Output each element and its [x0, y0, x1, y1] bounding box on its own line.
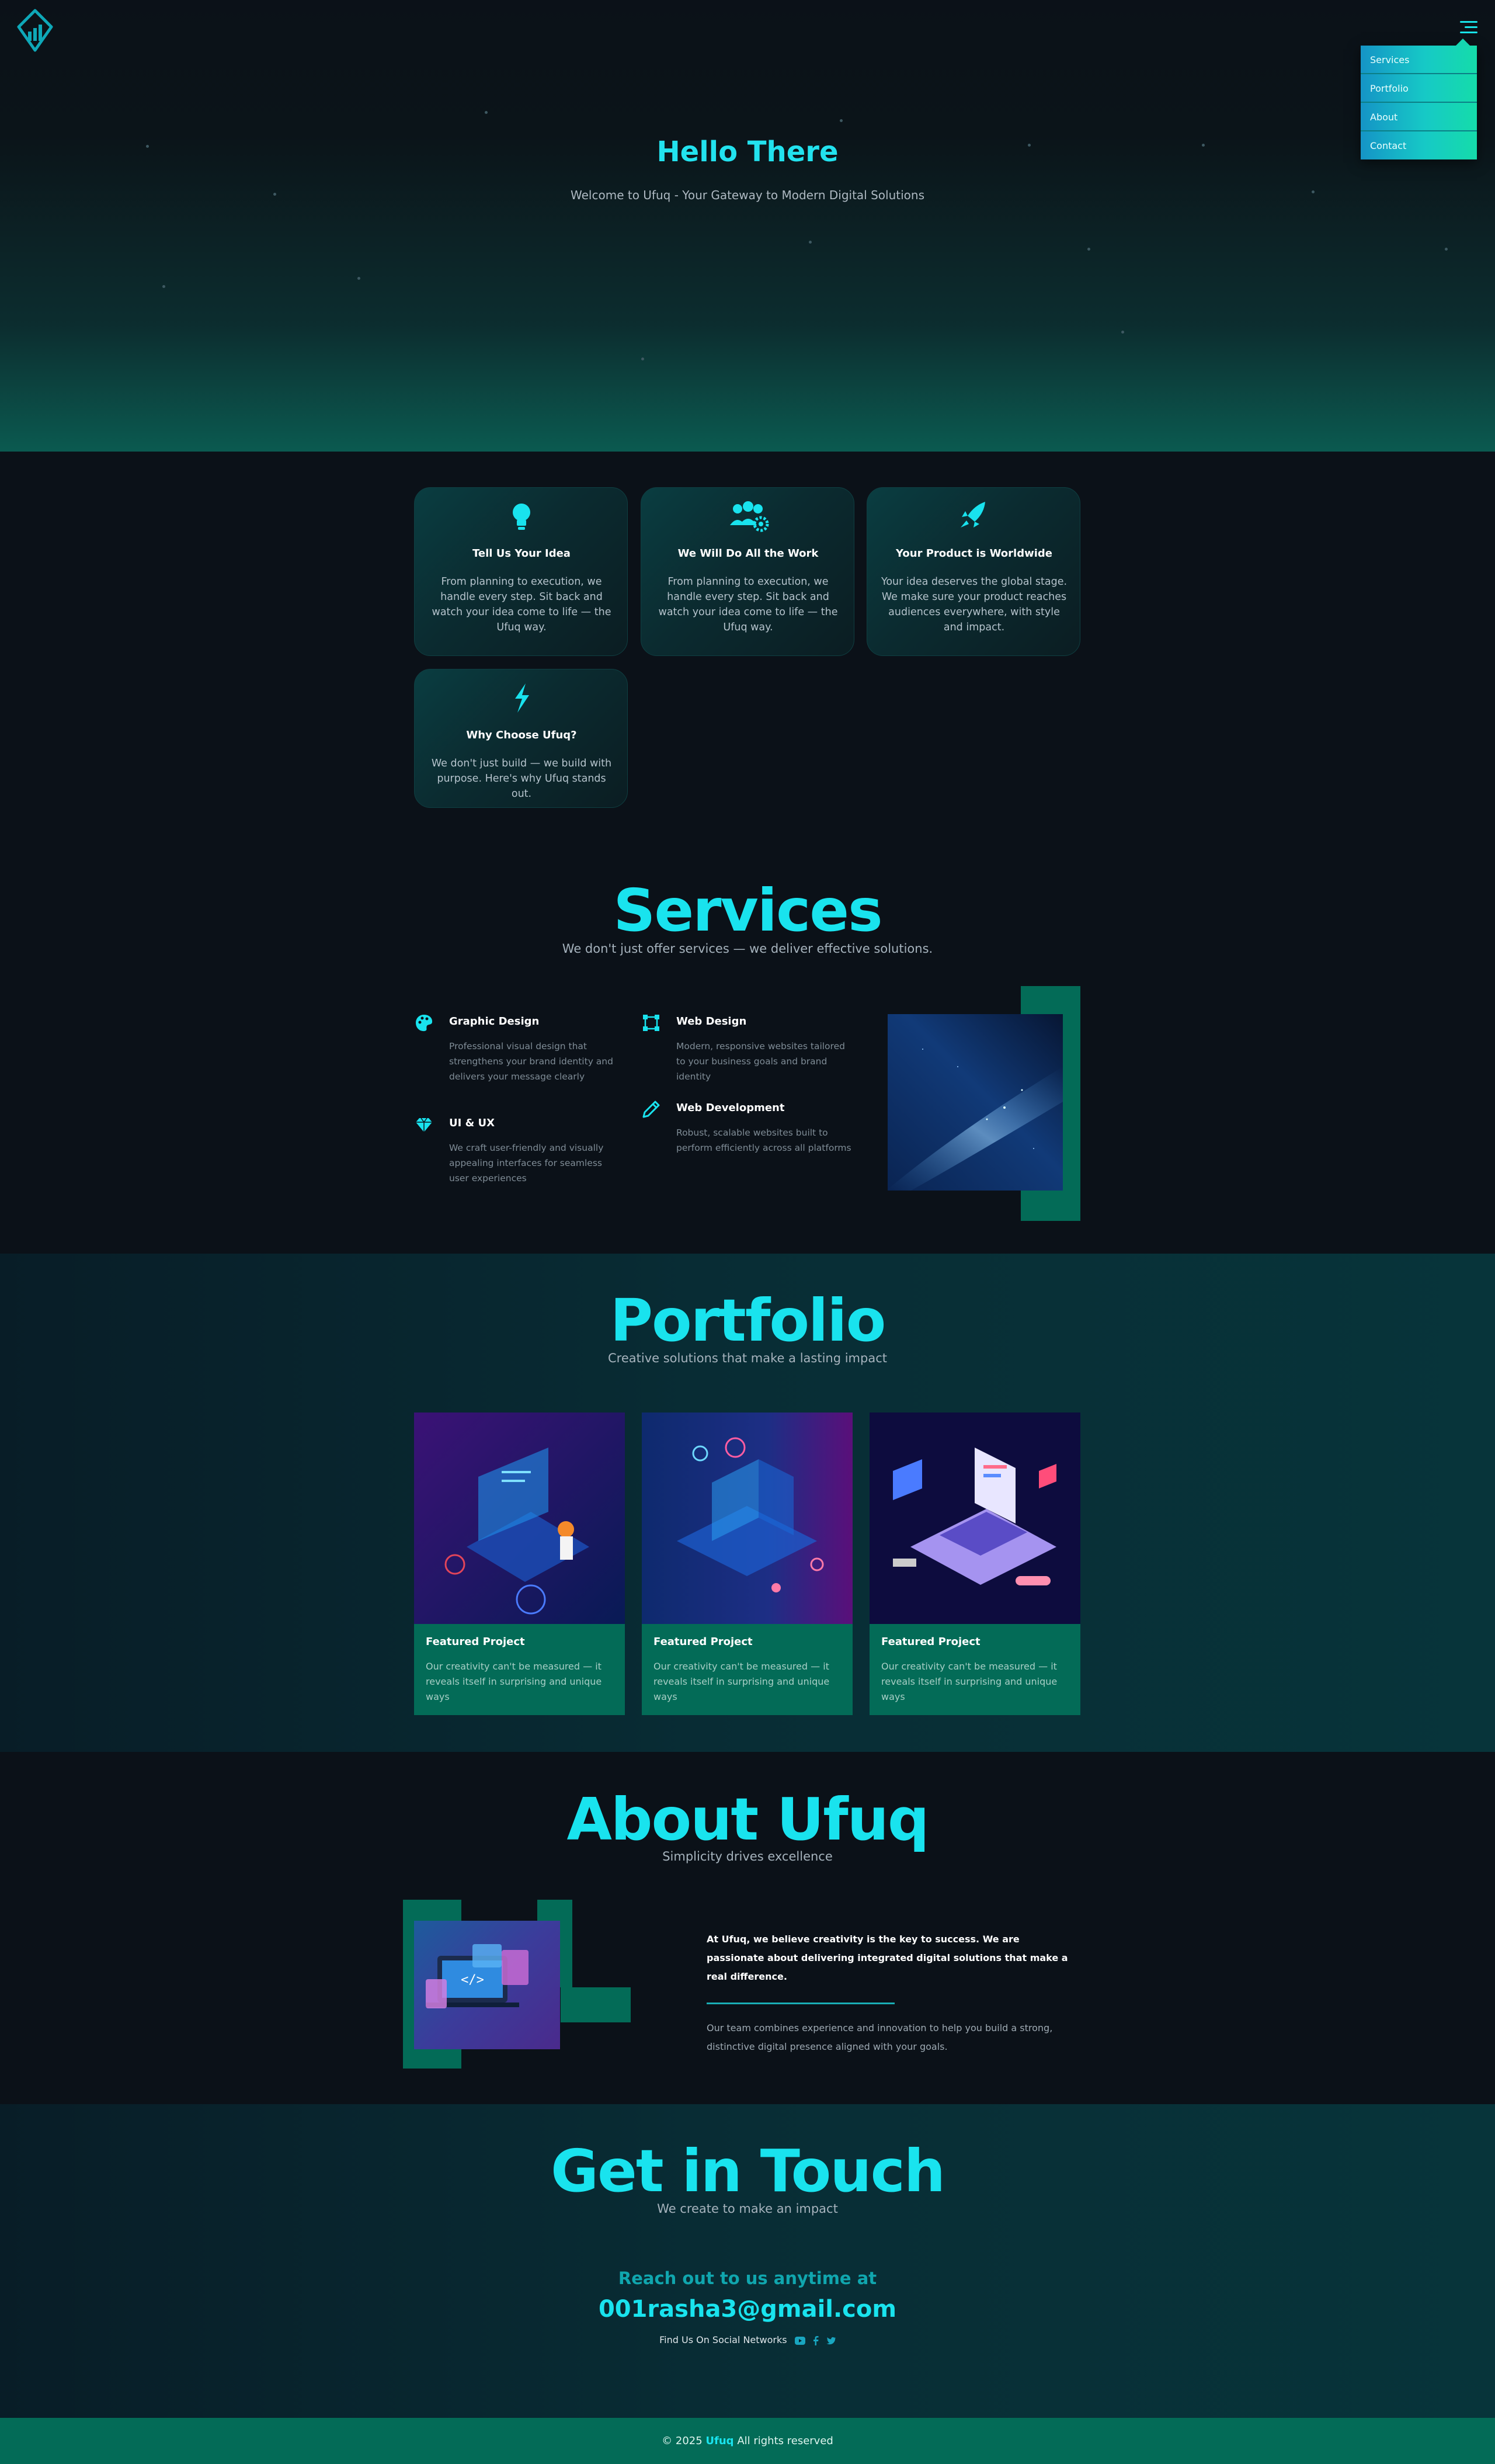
hero-title: Hello There	[656, 136, 839, 168]
portfolio-subtitle: Creative solutions that make a lasting i…	[608, 1351, 887, 1365]
about-title: About Ufuq	[566, 1785, 930, 1854]
feature-title: We Will Do All the Work	[677, 547, 819, 560]
service-text: Professional visual design that strength…	[449, 1041, 613, 1082]
feature-text: Your idea deserves the global stage. We …	[881, 576, 1068, 633]
nav-item-about[interactable]: About	[1361, 103, 1477, 131]
rocket-icon	[961, 502, 985, 527]
portfolio-card[interactable]: Featured Project Our creativity can't be…	[414, 1413, 625, 1715]
social-networks: Find Us On Social Networks	[0, 2334, 1495, 2345]
about-body-text: Our team combines experience and innovat…	[707, 2022, 1053, 2052]
hamburger-menu-icon[interactable]	[1458, 19, 1477, 35]
service-title: Graphic Design	[449, 1015, 540, 1028]
service-title: UI & UX	[449, 1117, 495, 1129]
twitter-icon[interactable]	[826, 2337, 836, 2345]
copyright-suffix: All rights reserved	[737, 2435, 833, 2447]
feature-card: Your Product is Worldwide Your idea dese…	[867, 487, 1080, 656]
developer-screens-image: </>	[414, 1921, 560, 2049]
feature-text: We don't just build — we build with purp…	[431, 758, 612, 800]
feature-title: Your Product is Worldwide	[896, 547, 1052, 560]
isometric-dashboard-illustration	[642, 1413, 853, 1624]
portfolio-card-text: Our creativity can't be measured — it re…	[653, 1661, 830, 1702]
contact-reach-text: Reach out to us anytime at	[618, 2268, 877, 2288]
team-gear-icon	[730, 501, 769, 532]
services-title: Services	[613, 876, 882, 945]
pen-icon	[642, 1101, 660, 1118]
feature-card: Tell Us Your Idea From planning to execu…	[414, 487, 628, 656]
feature-title: Why Choose Ufuq?	[466, 729, 577, 741]
about-divider	[707, 2003, 895, 2004]
service-title: Web Design	[676, 1015, 747, 1028]
services-subtitle: We don't just offer services — we delive…	[562, 942, 933, 956]
portfolio-card[interactable]: Featured Project Our creativity can't be…	[642, 1413, 853, 1715]
hero-section	[0, 0, 1495, 452]
copyright-prefix: © 2025	[662, 2435, 703, 2447]
portfolio-card-title: Featured Project	[653, 1636, 753, 1648]
portfolio-card-text: Our creativity can't be measured — it re…	[426, 1661, 602, 1702]
svg-text:</>: </>	[461, 1973, 484, 1987]
contact-subtitle: We create to make an impact	[657, 2202, 838, 2216]
galaxy-image	[888, 1014, 1063, 1191]
ufuq-logo[interactable]	[16, 8, 54, 53]
facebook-icon[interactable]	[813, 2335, 819, 2345]
footer: © 2025 Ufuq All rights reserved	[0, 2418, 1495, 2464]
hero-subtitle: Welcome to Ufuq - Your Gateway to Modern…	[571, 188, 924, 202]
palette-icon	[416, 1015, 433, 1032]
portfolio-title: Portfolio	[610, 1286, 886, 1355]
feature-card: Why Choose Ufuq? We don't just build — w…	[414, 669, 628, 808]
service-text: Robust, scalable websites built to perfo…	[676, 1127, 851, 1153]
nav-item-portfolio[interactable]: Portfolio	[1361, 74, 1477, 103]
portfolio-card[interactable]: Featured Project Our creativity can't be…	[870, 1413, 1080, 1715]
feature-card: We Will Do All the Work From planning to…	[641, 487, 854, 656]
lightning-icon	[515, 683, 529, 713]
about-subtitle: Simplicity drives excellence	[662, 1849, 833, 1863]
feature-text: From planning to execution, we handle ev…	[658, 576, 838, 633]
service-text: Modern, responsive websites tailored to …	[676, 1041, 845, 1082]
dropdown-caret	[1456, 39, 1470, 46]
portfolio-card-title: Featured Project	[881, 1636, 981, 1648]
youtube-icon[interactable]	[794, 2336, 805, 2345]
lightbulb-icon	[513, 504, 530, 530]
contact-email-link[interactable]: 001rasha3@gmail.com	[0, 2296, 1495, 2323]
service-text: We craft user-friendly and visually appe…	[449, 1143, 604, 1184]
gem-icon	[416, 1118, 432, 1132]
about-lead-text: At Ufuq, we believe creativity is the ke…	[707, 1934, 1068, 1982]
isometric-laptop-illustration	[870, 1413, 1080, 1624]
feature-text: From planning to execution, we handle ev…	[432, 576, 611, 633]
feature-title: Tell Us Your Idea	[472, 547, 571, 560]
portfolio-card-title: Featured Project	[426, 1636, 525, 1648]
social-label: Find Us On Social Networks	[659, 2334, 787, 2345]
footer-brand: Ufuq	[705, 2435, 734, 2447]
isometric-coding-illustration	[414, 1413, 625, 1624]
service-title: Web Development	[676, 1102, 785, 1114]
contact-title: Get in Touch	[550, 2137, 945, 2205]
vector-square-icon	[643, 1015, 659, 1031]
about-decor-block	[561, 1987, 631, 2022]
nav-item-services[interactable]: Services	[1361, 46, 1477, 74]
portfolio-card-text: Our creativity can't be measured — it re…	[881, 1661, 1058, 1702]
